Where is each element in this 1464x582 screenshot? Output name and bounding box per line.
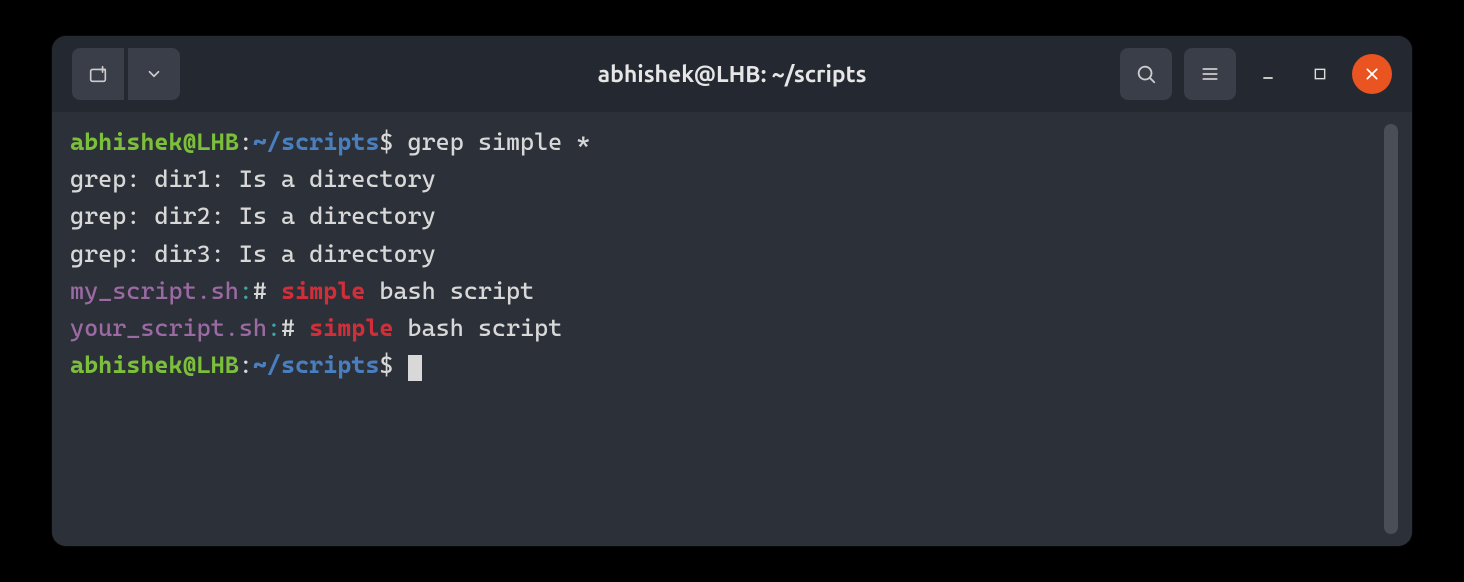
chevron-down-icon <box>145 65 163 83</box>
match-after: bash script <box>365 277 534 305</box>
prompt-colon: : <box>239 351 253 379</box>
match-before: # <box>281 314 309 342</box>
command: grep simple * <box>408 128 591 156</box>
hamburger-icon <box>1200 64 1220 84</box>
cursor <box>408 355 422 381</box>
close-button[interactable] <box>1352 54 1392 94</box>
prompt-at: @ <box>183 128 197 156</box>
search-icon <box>1135 63 1157 85</box>
prompt-host: LHB <box>197 351 239 379</box>
output-line: grep: dir3: Is a directory <box>70 240 436 268</box>
tab-dropdown-button[interactable] <box>128 48 180 100</box>
close-icon <box>1364 66 1380 82</box>
maximize-button[interactable] <box>1300 54 1340 94</box>
match-after: bash script <box>393 314 562 342</box>
output-line: grep: dir1: Is a directory <box>70 165 436 193</box>
prompt-at: @ <box>183 351 197 379</box>
scrollbar[interactable] <box>1384 124 1398 534</box>
prompt-path: ~/scripts <box>253 128 380 156</box>
new-tab-icon <box>87 63 109 85</box>
terminal-window: abhishek@LHB: ~/scripts <box>52 36 1412 546</box>
menu-button[interactable] <box>1184 48 1236 100</box>
match-filename: your_script.sh <box>70 314 267 342</box>
minimize-button[interactable] <box>1248 54 1288 94</box>
match-separator: : <box>239 277 253 305</box>
titlebar-right-group <box>1120 48 1392 100</box>
search-button[interactable] <box>1120 48 1172 100</box>
match-highlight: simple <box>309 314 393 342</box>
output-line: grep: dir2: Is a directory <box>70 202 436 230</box>
command-text <box>393 128 407 156</box>
prompt-user: abhishek <box>70 128 183 156</box>
prompt-colon: : <box>239 128 253 156</box>
minimize-icon <box>1260 66 1276 82</box>
match-highlight: simple <box>281 277 365 305</box>
prompt-user: abhishek <box>70 351 183 379</box>
titlebar: abhishek@LHB: ~/scripts <box>52 36 1412 112</box>
maximize-icon <box>1313 67 1327 81</box>
prompt-path: ~/scripts <box>253 351 380 379</box>
prompt-symbol: $ <box>379 128 393 156</box>
match-filename: my_script.sh <box>70 277 239 305</box>
prompt-host: LHB <box>197 128 239 156</box>
titlebar-left-group <box>72 48 180 100</box>
new-tab-button[interactable] <box>72 48 124 100</box>
match-separator: : <box>267 314 281 342</box>
terminal-output: abhishek@LHB:~/scripts$ grep simple * gr… <box>70 124 1378 534</box>
prompt-symbol: $ <box>379 351 393 379</box>
terminal-body[interactable]: abhishek@LHB:~/scripts$ grep simple * gr… <box>52 112 1412 546</box>
match-before: # <box>253 277 281 305</box>
